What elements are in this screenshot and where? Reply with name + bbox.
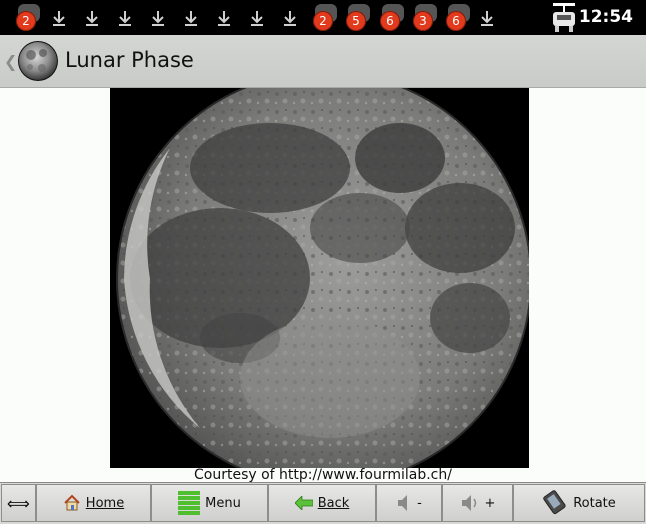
download-notification[interactable] bbox=[209, 0, 239, 35]
menu-button[interactable]: Menu bbox=[151, 484, 268, 522]
download-notification[interactable] bbox=[275, 0, 305, 35]
status-bar: 2 2 5 6 3 6 12:54 bbox=[0, 0, 646, 35]
moon-image bbox=[110, 88, 529, 468]
menu-icon bbox=[178, 491, 201, 515]
image-credit: Courtesy of http://www.fourmilab.ch/ bbox=[194, 467, 452, 483]
notification-count-badge: 5 bbox=[346, 11, 366, 31]
notification-item[interactable]: 2 bbox=[12, 0, 42, 35]
speaker-loud-icon bbox=[461, 495, 476, 511]
rotate-label: Rotate bbox=[573, 495, 616, 511]
volume-up-label: + bbox=[484, 495, 496, 511]
volume-down-label: - bbox=[417, 495, 422, 511]
download-icon bbox=[251, 11, 263, 26]
menu-label: Menu bbox=[205, 495, 241, 511]
notification-count-badge: 3 bbox=[413, 11, 433, 31]
notification-count-badge: 6 bbox=[380, 11, 400, 31]
download-icon bbox=[152, 11, 164, 26]
title-bar: ❮ Lunar Phase bbox=[0, 35, 646, 88]
notification-item[interactable]: 3 bbox=[409, 0, 439, 35]
download-icon bbox=[481, 11, 493, 26]
volume-down-button[interactable]: - bbox=[376, 484, 442, 522]
download-notification[interactable] bbox=[77, 0, 107, 35]
speaker-icon bbox=[398, 495, 408, 511]
back-arrow-icon bbox=[294, 496, 313, 510]
notification-count-badge: 6 bbox=[446, 11, 466, 31]
android-icon bbox=[553, 3, 575, 32]
home-icon bbox=[64, 494, 80, 511]
clock: 12:54 bbox=[578, 7, 633, 27]
download-icon bbox=[119, 11, 131, 26]
bottom-toolbar: ⟺ Home Menu Back - + Rotate bbox=[0, 482, 646, 524]
download-icon bbox=[185, 11, 197, 26]
download-notification[interactable] bbox=[472, 0, 502, 35]
resize-button[interactable]: ⟺ bbox=[1, 484, 36, 522]
download-icon bbox=[218, 11, 230, 26]
home-label: Home bbox=[85, 495, 125, 511]
notification-item[interactable]: 5 bbox=[342, 0, 372, 35]
home-button[interactable]: Home bbox=[36, 484, 151, 522]
notification-count-badge: 2 bbox=[313, 11, 333, 31]
notification-item[interactable]: 2 bbox=[309, 0, 339, 35]
back-button[interactable]: Back bbox=[268, 484, 376, 522]
download-icon bbox=[284, 11, 296, 26]
moon-app-icon[interactable] bbox=[16, 40, 60, 82]
download-icon bbox=[86, 11, 98, 26]
rotate-icon bbox=[543, 490, 566, 515]
volume-up-button[interactable]: + bbox=[442, 484, 513, 522]
moon-illustration bbox=[116, 88, 529, 468]
download-notification[interactable] bbox=[242, 0, 272, 35]
back-label: Back bbox=[317, 495, 350, 511]
page-title: Lunar Phase bbox=[65, 48, 194, 72]
resize-icon: ⟺ bbox=[7, 493, 30, 513]
download-notification[interactable] bbox=[143, 0, 173, 35]
download-notification[interactable] bbox=[176, 0, 206, 35]
notification-count-badge: 2 bbox=[16, 11, 36, 31]
download-icon bbox=[53, 11, 65, 26]
download-notification[interactable] bbox=[44, 0, 74, 35]
notification-item[interactable]: 6 bbox=[442, 0, 472, 35]
download-notification[interactable] bbox=[110, 0, 140, 35]
rotate-button[interactable]: Rotate bbox=[513, 484, 645, 522]
notification-item[interactable]: 6 bbox=[376, 0, 406, 35]
